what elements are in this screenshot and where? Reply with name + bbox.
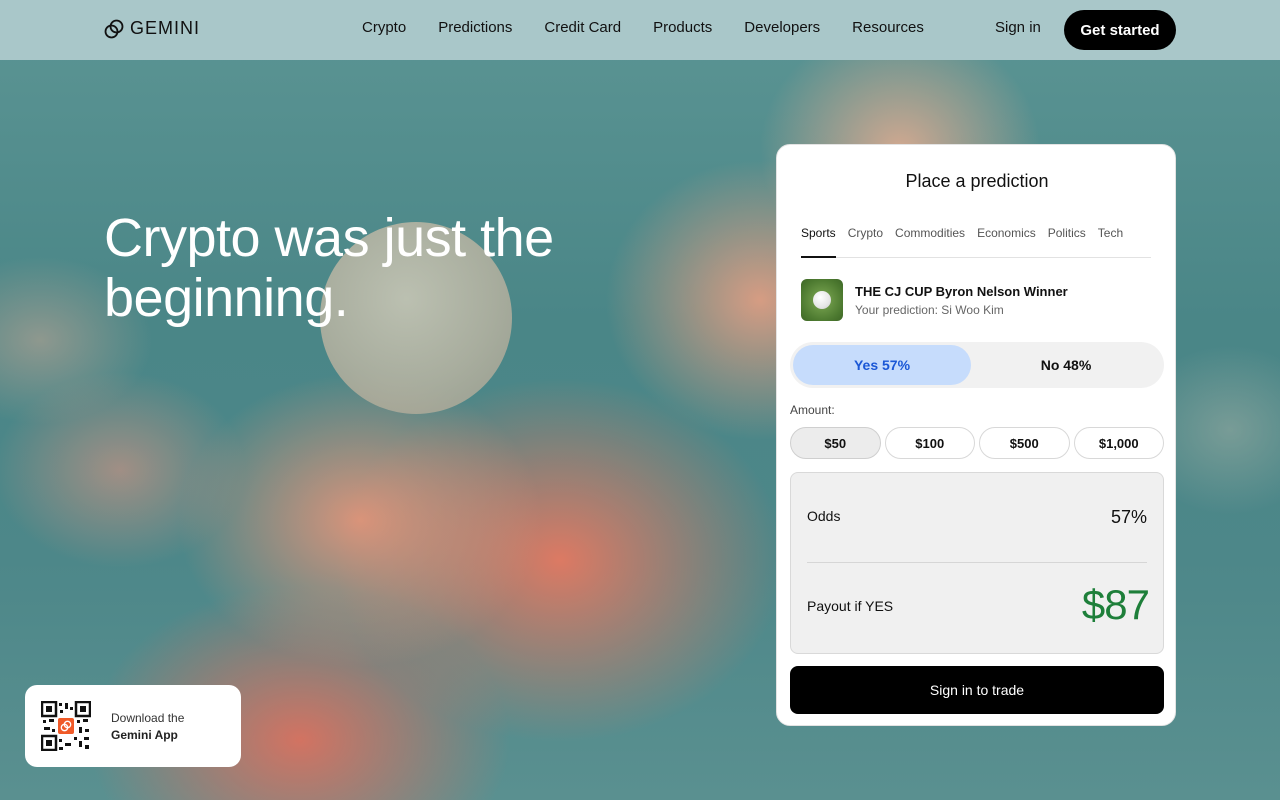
yes-no-toggle: Yes 57% No 48% bbox=[790, 342, 1164, 388]
nav-link-predictions[interactable]: Predictions bbox=[438, 19, 512, 36]
headline-line-1: Crypto was just the bbox=[104, 208, 554, 268]
nav-link-products[interactable]: Products bbox=[653, 19, 712, 36]
yes-button[interactable]: Yes 57% bbox=[793, 345, 971, 385]
download-line-2: Gemini App bbox=[111, 727, 178, 742]
nav-link-resources[interactable]: Resources bbox=[852, 19, 924, 36]
download-line-1: Download the bbox=[111, 710, 185, 725]
tab-commodities[interactable]: Commodities bbox=[895, 226, 965, 258]
tab-economics[interactable]: Economics bbox=[977, 226, 1036, 258]
download-text: Download the Gemini App bbox=[111, 711, 184, 742]
headline-line-2: beginning. bbox=[104, 268, 349, 328]
nav-links: Crypto Predictions Credit Card Products … bbox=[362, 19, 956, 36]
sign-in-to-trade-button[interactable]: Sign in to trade bbox=[790, 666, 1164, 714]
payout-value: $87 bbox=[1081, 581, 1150, 628]
tab-tech[interactable]: Tech bbox=[1098, 226, 1123, 258]
summary-divider bbox=[807, 562, 1147, 563]
amount-100-button[interactable]: $100 bbox=[884, 427, 975, 459]
amount-1000-button[interactable]: $1,000 bbox=[1073, 427, 1164, 459]
qr-code-icon bbox=[41, 701, 91, 751]
payout-summary: Odds 57% Payout if YES $87 bbox=[790, 472, 1164, 654]
amount-label: Amount: bbox=[790, 403, 835, 417]
card-title: Place a prediction bbox=[905, 171, 1049, 191]
event-title: THE CJ CUP Byron Nelson Winner bbox=[855, 283, 1068, 299]
gemini-logo-icon bbox=[104, 19, 124, 38]
amount-options: $50 $100 $500 $1,000 bbox=[790, 427, 1164, 459]
event-subtitle: Your prediction: Si Woo Kim bbox=[855, 302, 1004, 317]
brand-name: GEMINI bbox=[130, 18, 201, 38]
category-tabs: Sports Crypto Commodities Economics Poli… bbox=[801, 226, 1151, 258]
tab-politics[interactable]: Politics bbox=[1048, 226, 1086, 258]
tab-sports[interactable]: Sports bbox=[801, 226, 836, 258]
download-app-widget[interactable]: Download the Gemini App bbox=[25, 685, 241, 767]
event-info: THE CJ CUP Byron Nelson Winner Your pred… bbox=[801, 279, 1068, 321]
nav-link-crypto[interactable]: Crypto bbox=[362, 19, 406, 36]
sign-in-link[interactable]: Sign in bbox=[995, 19, 1041, 36]
golf-ball-icon bbox=[813, 291, 831, 309]
prediction-card: Place a prediction Sports Crypto Commodi… bbox=[776, 144, 1176, 726]
amount-500-button[interactable]: $500 bbox=[979, 427, 1070, 459]
logo[interactable]: GEMINI bbox=[104, 18, 200, 39]
payout-label: Payout if YES bbox=[807, 598, 894, 614]
odds-value: 57% bbox=[1110, 507, 1147, 527]
top-nav: GEMINI Crypto Predictions Credit Card Pr… bbox=[0, 0, 1280, 60]
nav-link-developers[interactable]: Developers bbox=[744, 19, 820, 36]
nav-link-credit-card[interactable]: Credit Card bbox=[544, 19, 621, 36]
odds-label: Odds bbox=[807, 508, 841, 524]
amount-50-button[interactable]: $50 bbox=[790, 427, 881, 459]
hero-headline: Crypto was just the beginning. bbox=[104, 208, 664, 328]
get-started-button[interactable]: Get started bbox=[1064, 10, 1176, 50]
golf-thumbnail bbox=[801, 279, 843, 321]
tab-crypto[interactable]: Crypto bbox=[848, 226, 883, 258]
no-button[interactable]: No 48% bbox=[971, 345, 1161, 385]
event-text: THE CJ CUP Byron Nelson Winner Your pred… bbox=[855, 284, 1068, 317]
